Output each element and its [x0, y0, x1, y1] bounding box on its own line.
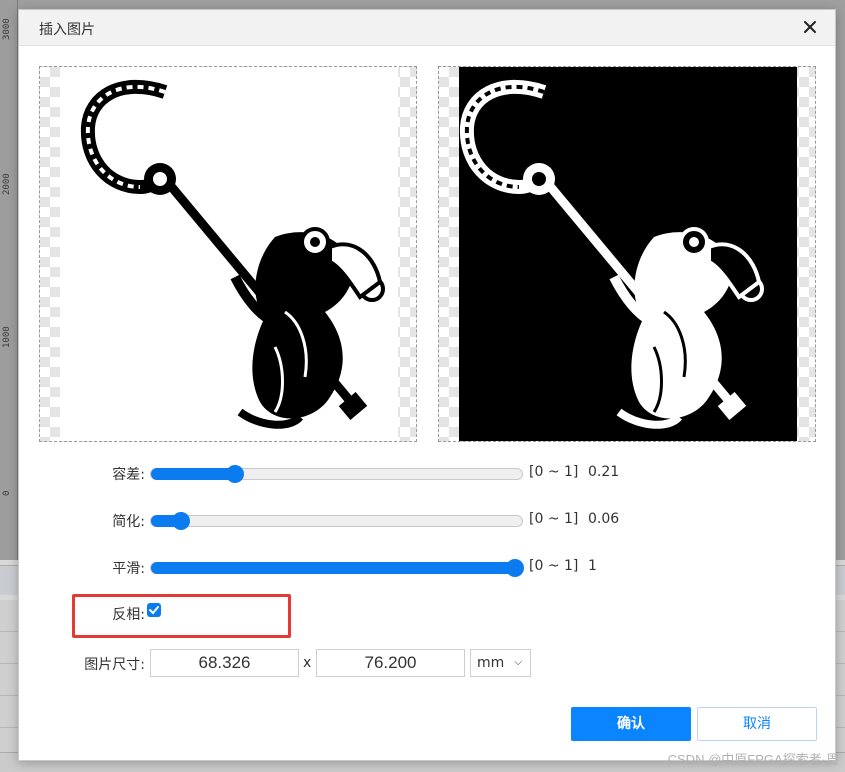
smooth-slider[interactable]: [150, 559, 524, 577]
height-input[interactable]: 76.200: [316, 649, 465, 677]
ruler-tick: 0: [2, 490, 12, 496]
insert-image-dialog: 插入图片 容差: [0 ~ 1] 0.21 简化: [0 ~ 1] 0.06 平…: [18, 9, 836, 761]
tolerance-range: [0 ~ 1]: [529, 464, 579, 480]
ruler-tick: 2000: [2, 173, 12, 195]
watermark: CSDN @中原FPGA探索者·周: [667, 752, 839, 767]
dialog-header: 插入图片: [19, 10, 835, 46]
inverted-image-preview: [438, 66, 816, 442]
dialog-title: 插入图片: [39, 22, 95, 38]
tolerance-label: 容差:: [112, 467, 145, 483]
tolerance-value: 0.21: [588, 464, 620, 480]
cancel-button[interactable]: 取消: [697, 707, 817, 741]
tolerance-slider[interactable]: [150, 465, 523, 483]
ruler-tick: 3000: [2, 18, 12, 40]
ruler-tick: 1000: [2, 326, 12, 348]
size-separator: x: [303, 655, 312, 671]
confirm-button[interactable]: 确认: [571, 707, 691, 741]
inverted-image: [459, 67, 797, 441]
simplify-slider[interactable]: [150, 512, 523, 530]
image-size-label: 图片尺寸:: [84, 657, 145, 673]
close-icon[interactable]: [801, 18, 819, 36]
slider-fill: [151, 562, 515, 574]
smooth-value: 1: [588, 558, 597, 574]
simplify-value: 0.06: [588, 511, 620, 527]
simplify-label: 简化:: [112, 514, 145, 530]
unit-select-value: mm: [477, 655, 505, 671]
simplify-range: [0 ~ 1]: [529, 511, 579, 527]
unit-select[interactable]: mm ⌵: [470, 649, 531, 677]
slider-thumb[interactable]: [506, 559, 524, 577]
original-image-preview: [39, 66, 417, 442]
smooth-label: 平滑:: [112, 561, 145, 577]
highlight-annotation-box: [72, 594, 291, 638]
original-image: [60, 67, 398, 441]
slider-thumb[interactable]: [225, 465, 244, 483]
slider-thumb[interactable]: [172, 512, 191, 530]
width-input[interactable]: 68.326: [150, 649, 299, 677]
chevron-down-icon: ⌵: [514, 657, 522, 668]
slider-fill: [151, 468, 235, 480]
vertical-ruler: 3000 2000 1000 0: [0, 0, 18, 560]
smooth-range: [0 ~ 1]: [529, 558, 579, 574]
